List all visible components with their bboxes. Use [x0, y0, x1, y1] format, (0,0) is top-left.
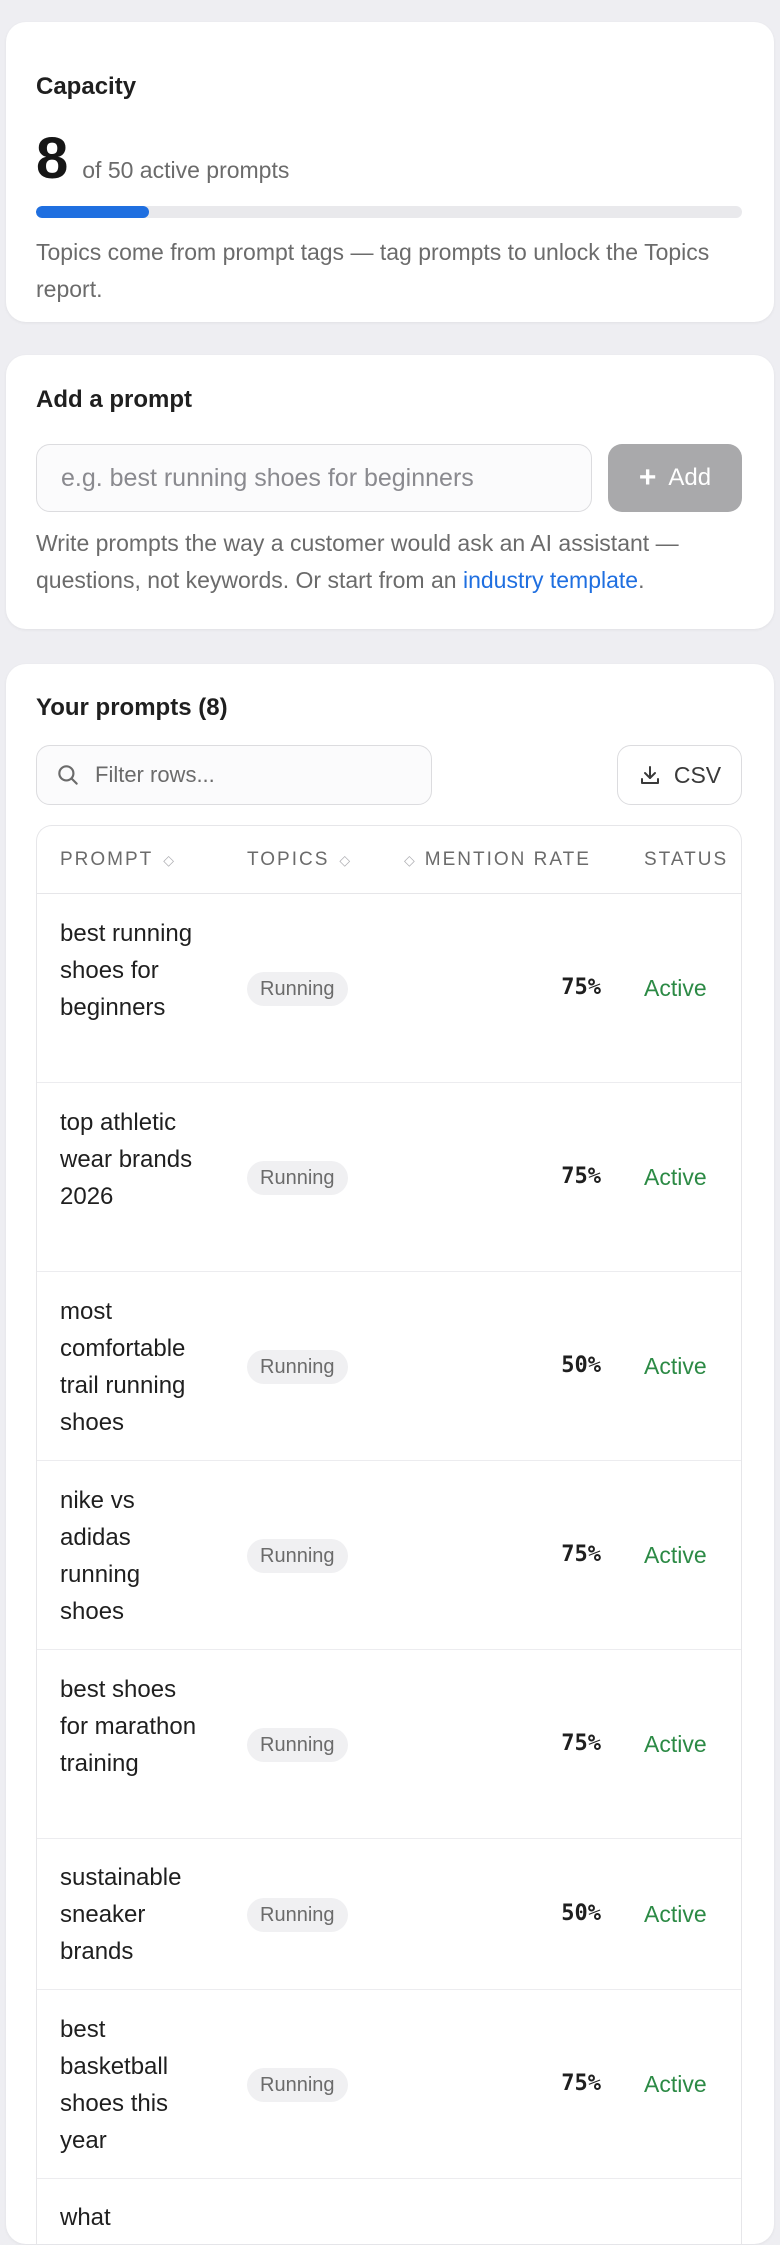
- table-row[interactable]: sustainable sneaker brands Running 50% Acti…: [37, 1839, 741, 1990]
- industry-template-link[interactable]: industry template: [463, 567, 638, 593]
- add-prompt-help: Write prompts the way a customer would a…: [36, 525, 746, 599]
- table-row[interactable]: top athletic wear brands 2026 Running 75% A…: [37, 1083, 741, 1272]
- prompt-text: best basketball shoes this year: [60, 2016, 169, 2154]
- status-badge: Active: [644, 1901, 707, 1927]
- capacity-title: Capacity: [36, 73, 137, 100]
- column-label-prompt: PROMPT: [60, 849, 154, 870]
- column-header-prompt[interactable]: PROMPT ◇: [60, 826, 174, 894]
- mention-rate: 75%: [561, 1731, 601, 1756]
- mention-rate: 50%: [561, 1353, 601, 1378]
- mention-rate: 50%: [561, 1901, 601, 1926]
- status-badge: Active: [644, 1542, 707, 1568]
- prompt-text: sustainable sneaker brands: [60, 1864, 182, 1965]
- status-badge: Active: [644, 2071, 707, 2097]
- filter-input[interactable]: [95, 762, 395, 788]
- status-badge: Active: [644, 975, 707, 1001]
- prompts-table: PROMPT ◇ TOPICS ◇ ◇ MENTION RATE STATUS …: [36, 825, 742, 2245]
- csv-label: CSV: [673, 761, 722, 788]
- topic-tag: Running: [247, 2068, 348, 2102]
- capacity-progress-bar: [36, 206, 742, 218]
- capacity-progress-fill: [36, 206, 149, 218]
- column-header-mention-rate[interactable]: ◇ MENTION RATE: [404, 826, 591, 894]
- status-badge: Active: [644, 1164, 707, 1190]
- prompt-input[interactable]: [36, 444, 592, 512]
- table-body: best running shoes for beginners Running 7…: [37, 894, 741, 2245]
- mention-rate: 75%: [561, 975, 601, 1000]
- column-header-topics[interactable]: TOPICS ◇: [247, 826, 350, 894]
- table-row[interactable]: best basketball shoes this year Running 75…: [37, 1990, 741, 2179]
- capacity-card: Capacity 8 of 50 active prompts Topics c…: [6, 22, 774, 322]
- csv-export-button[interactable]: CSV: [617, 745, 742, 805]
- prompts-title: Your prompts (8): [36, 694, 228, 721]
- table-row[interactable]: best shoes for marathon training Running 7…: [37, 1650, 741, 1839]
- add-prompt-title: Add a prompt: [36, 386, 192, 413]
- prompt-text: most comfortable trail running shoes: [60, 1298, 186, 1436]
- status-badge: Active: [644, 1731, 707, 1757]
- capacity-note: Topics come from prompt tags — tag promp…: [36, 239, 710, 302]
- capacity-summary: 8 of 50 active prompts: [36, 130, 289, 188]
- topic-tag: Running: [247, 1539, 348, 1573]
- active-count: 8: [36, 126, 69, 191]
- column-label-status: STATUS: [644, 849, 729, 870]
- prompt-text: best shoes for marathon training: [60, 1676, 197, 1777]
- column-label-topics: TOPICS: [247, 849, 330, 870]
- column-label-mention-rate: MENTION RATE: [424, 849, 591, 870]
- search-icon: [58, 765, 78, 785]
- sort-icon: ◇: [339, 851, 351, 868]
- table-row[interactable]: most comfortable trail running shoes Runn…: [37, 1272, 741, 1461]
- topic-tag: Running: [247, 1161, 348, 1195]
- plus-icon: +: [638, 461, 657, 494]
- filter-field[interactable]: [36, 745, 432, 805]
- mention-rate: 75%: [561, 1164, 601, 1189]
- help-text-end: .: [638, 567, 645, 593]
- topic-tag: Running: [247, 972, 348, 1006]
- table-row[interactable]: nike vs adidas running shoes Running 75% Ac…: [37, 1461, 741, 1650]
- prompt-text: top athletic wear brands 2026: [60, 1109, 193, 1210]
- table-row[interactable]: best running shoes for beginners Running 7…: [37, 894, 741, 1083]
- topic-tag: Running: [247, 1350, 348, 1384]
- mention-rate: 75%: [561, 1542, 601, 1567]
- sort-icon: ◇: [163, 851, 175, 868]
- add-prompt-button[interactable]: + Add: [608, 444, 742, 512]
- add-button-label: Add: [668, 464, 712, 491]
- prompt-text: best running shoes for beginners: [60, 920, 193, 1021]
- table-header: PROMPT ◇ TOPICS ◇ ◇ MENTION RATE STATUS: [37, 826, 741, 894]
- prompt-text: nike vs adidas running shoes: [60, 1487, 141, 1625]
- prompts-card: Your prompts (8) CSV PROMPT ◇ TOPICS ◇ ◇…: [6, 664, 774, 2245]
- status-badge: Active: [644, 1353, 707, 1379]
- capacity-limit-text: of 50 active prompts: [82, 157, 290, 183]
- download-icon: [640, 766, 659, 784]
- sort-icon: ◇: [404, 851, 415, 868]
- table-row[interactable]: what: [37, 2179, 741, 2245]
- mention-rate: 75%: [561, 2071, 601, 2096]
- topic-tag: Running: [247, 1898, 348, 1932]
- topic-tag: Running: [247, 1728, 348, 1762]
- column-header-status[interactable]: STATUS: [644, 826, 728, 894]
- add-prompt-card: Add a prompt + Add Write prompts the way…: [6, 355, 774, 629]
